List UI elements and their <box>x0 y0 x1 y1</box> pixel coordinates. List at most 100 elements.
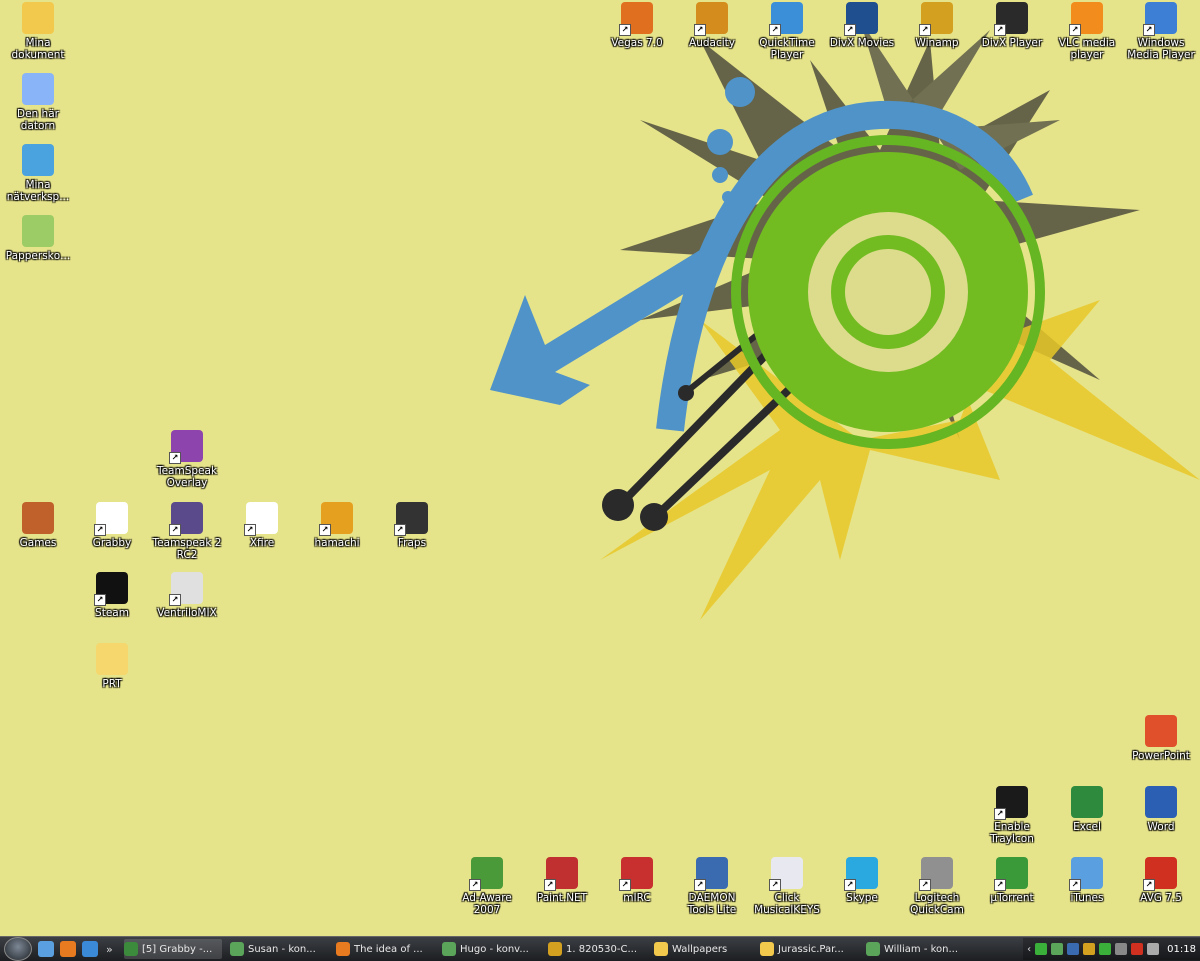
winamp-icon: ↗ <box>919 2 953 36</box>
clock[interactable]: 01:18 <box>1167 944 1196 955</box>
tray-app-icon[interactable] <box>1115 943 1128 955</box>
quick-launch-show-desktop-icon[interactable] <box>38 941 54 957</box>
shortcut-arrow-icon: ↗ <box>1143 24 1155 36</box>
task-app-icon <box>336 942 350 956</box>
desktop-icon-vlc[interactable]: ↗ VLC media player <box>1049 2 1125 68</box>
desktop-icon-quicktime[interactable]: ↗ QuickTime Player <box>749 2 825 68</box>
shortcut-arrow-icon: ↗ <box>619 24 631 36</box>
task-button-label: Hugo - konv... <box>460 943 529 955</box>
desktop-icon-excel[interactable]: Excel <box>1049 786 1125 852</box>
desktop-icon-divx-player[interactable]: ↗ DivX Player <box>974 2 1050 68</box>
desktop-icon-den-har-datorn[interactable]: Den här datorn <box>0 73 76 139</box>
desktop-icon-label: VLC media player <box>1058 37 1116 61</box>
desktop-icon-utorrent[interactable]: ↗ µTorrent <box>974 857 1050 923</box>
desktop-icon-hamachi[interactable]: ↗ hamachi <box>299 502 375 568</box>
excel-icon <box>1071 786 1103 818</box>
desktop-icon-mirc[interactable]: ↗ mIRC <box>599 857 675 923</box>
task-button[interactable]: 1. 820530-C... <box>548 939 646 959</box>
desktop-icon-vegas[interactable]: ↗ Vegas 7.0 <box>599 2 675 68</box>
desktop-icon-winamp[interactable]: ↗ Winamp <box>899 2 975 68</box>
shortcut-arrow-icon: ↗ <box>694 879 706 891</box>
ad-aware-icon: ↗ <box>469 857 503 891</box>
teamspeak-overlay-icon: ↗ <box>169 430 203 464</box>
itunes-icon: ↗ <box>1069 857 1103 891</box>
task-buttons: [5] Grabby -... Susan - kon... The idea of… <box>116 939 964 959</box>
mirc-icon: ↗ <box>619 857 653 891</box>
desktop-icon-papperskorgen[interactable]: Papperskо... <box>0 215 76 281</box>
task-button[interactable]: Wallpapers <box>654 939 752 959</box>
desktop-icon-teamspeak-overlay[interactable]: ↗ TeamSpeak Overlay <box>149 430 225 496</box>
desktop-icon-label: DivX Player <box>981 37 1043 49</box>
desktop-icon-label: Xfire <box>249 537 275 549</box>
tray-app-icon[interactable] <box>1131 943 1144 955</box>
tray-app-icon[interactable] <box>1035 943 1048 955</box>
desktop-icon-xfire[interactable]: ↗ Xfire <box>224 502 300 568</box>
wallpaper-blue-dot-2 <box>707 129 733 155</box>
desktop-icon-label: Steam <box>95 607 129 619</box>
task-button[interactable]: Hugo - konv... <box>442 939 540 959</box>
desktop-icon-label: DAEMON Tools Lite <box>687 892 737 916</box>
desktop-icon-label: QuickTime Player <box>759 37 815 61</box>
desktop-icon-divx-movies[interactable]: ↗ DivX Movies <box>824 2 900 68</box>
task-button-label: The idea of ... <box>354 943 423 955</box>
tray-app-icon[interactable] <box>1099 943 1112 955</box>
task-button[interactable]: Susan - kon... <box>230 939 328 959</box>
desktop-icon-mina-dokument[interactable]: Mina dokument <box>0 2 76 68</box>
quick-launch-ie-icon[interactable] <box>82 941 98 957</box>
desktop-icon-label: Audacity <box>689 37 735 49</box>
desktop-icon-wmp[interactable]: ↗ Windows Media Player <box>1123 2 1199 68</box>
shortcut-arrow-icon: ↗ <box>94 594 106 606</box>
desktop-icon-daemon-tools[interactable]: ↗ DAEMON Tools Lite <box>674 857 750 923</box>
tray-app-icon[interactable] <box>1083 943 1096 955</box>
desktop-icon-ad-aware[interactable]: ↗ Ad-Aware 2007 <box>449 857 525 923</box>
desktop-icon-click-musicalkeys[interactable]: ↗ Click MusicalKEYS <box>749 857 825 923</box>
desktop-icon-games[interactable]: Games <box>0 502 76 568</box>
task-button[interactable]: Jurassic.Par... <box>760 939 858 959</box>
wallpaper-blue-dot-1 <box>725 77 755 107</box>
desktop-icon-label: Click MusicalKEYS <box>754 892 820 916</box>
tray-app-icon[interactable] <box>1147 943 1160 955</box>
start-button[interactable] <box>4 937 32 961</box>
daemon-tools-icon: ↗ <box>694 857 728 891</box>
desktop-icon-itunes[interactable]: ↗ iTunes <box>1049 857 1125 923</box>
desktop-icon-logitech-quickcam[interactable]: ↗ Logitech QuickCam <box>899 857 975 923</box>
desktop-icon-prt[interactable]: PRT <box>74 643 150 709</box>
desktop-icon-label: Enable TrayIcon <box>990 821 1034 845</box>
mina-natverksplatser-icon <box>22 144 54 176</box>
desktop-icon-label: Skype <box>846 892 878 904</box>
desktop-icon-paint-net[interactable]: ↗ Paint.NET <box>524 857 600 923</box>
desktop-icon-skype[interactable]: ↗ Skype <box>824 857 900 923</box>
desktop-icon-label: Fraps <box>397 537 427 549</box>
den-har-datorn-icon <box>22 73 54 105</box>
desktop-icon-mina-natverksplatser[interactable]: Mina nätverksp... <box>0 144 76 210</box>
desktop-icon-audacity[interactable]: ↗ Audacity <box>674 2 750 68</box>
desktop-icon-avg[interactable]: ↗ AVG 7.5 <box>1123 857 1199 923</box>
desktop-icon-fraps[interactable]: ↗ Fraps <box>374 502 450 568</box>
desktop-icon-grabby[interactable]: ↗ Grabby <box>74 502 150 568</box>
click-musicalkeys-icon: ↗ <box>769 857 803 891</box>
tray-app-icon[interactable] <box>1067 943 1080 955</box>
task-button-label: William - kon... <box>884 943 959 955</box>
desktop-icon-label: TeamSpeak Overlay <box>156 465 218 489</box>
desktop-icon-teamspeak-2[interactable]: ↗ Teamspeak 2 RC2 <box>149 502 225 568</box>
desktop-icon-enable-traycon[interactable]: ↗ Enable TrayIcon <box>974 786 1050 852</box>
desktop-icon-powerpoint[interactable]: PowerPoint <box>1123 715 1199 781</box>
desktop-icon-steam[interactable]: ↗ Steam <box>74 572 150 638</box>
desktop-icon-ventrilomix[interactable]: ↗ VentriloMIX <box>149 572 225 638</box>
shortcut-arrow-icon: ↗ <box>994 808 1006 820</box>
desktop-icon-label: hamachi <box>314 537 360 549</box>
prt-icon <box>96 643 128 675</box>
desktop[interactable]: Mina dokument Den här datorn Mina nätverks… <box>0 0 1200 936</box>
avg-icon: ↗ <box>1143 857 1177 891</box>
task-button[interactable]: The idea of ... <box>336 939 434 959</box>
task-button[interactable]: William - kon... <box>866 939 964 959</box>
quick-launch-more-button[interactable]: » <box>106 943 116 956</box>
quick-launch-firefox-icon[interactable] <box>60 941 76 957</box>
shortcut-arrow-icon: ↗ <box>994 879 1006 891</box>
task-app-icon <box>866 942 880 956</box>
grabby-icon: ↗ <box>94 502 128 536</box>
task-button[interactable]: [5] Grabby -... <box>124 939 222 959</box>
tray-app-icon[interactable] <box>1051 943 1064 955</box>
desktop-icon-word[interactable]: Word <box>1123 786 1199 852</box>
shortcut-arrow-icon: ↗ <box>994 24 1006 36</box>
